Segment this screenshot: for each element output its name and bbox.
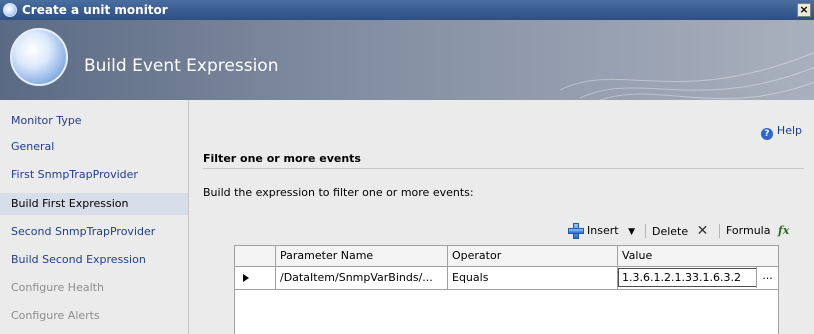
banner-decoration xyxy=(560,51,814,100)
row-selector-header xyxy=(235,246,275,266)
expression-grid: Parameter Name Operator Value /DataItem/… xyxy=(234,245,779,334)
close-button[interactable]: × xyxy=(797,3,811,17)
main-panel: ? Help Filter one or more events Build th… xyxy=(190,100,814,334)
banner-title: Build Event Expression xyxy=(84,56,279,76)
nav-item-monitor-type[interactable]: Monitor Type xyxy=(0,110,188,132)
chevron-down-icon[interactable]: ▼ xyxy=(628,227,635,237)
app-icon xyxy=(3,3,17,17)
insert-plus-icon xyxy=(568,223,584,239)
section-title: Filter one or more events xyxy=(203,152,361,165)
column-header-parameter-name[interactable]: Parameter Name xyxy=(275,246,447,266)
help-label: Help xyxy=(776,124,802,137)
value-input[interactable] xyxy=(618,268,768,287)
formula-fx-icon: fx xyxy=(777,224,790,237)
insert-button[interactable]: Insert ▼ xyxy=(587,221,635,241)
expression-toolbar: Insert ▼ Delete ✕ Formula fx xyxy=(190,221,814,241)
column-header-operator[interactable]: Operator xyxy=(447,246,617,266)
nav-item-build-second-expression[interactable]: Build Second Expression xyxy=(0,249,188,271)
nav-item-build-first-expression[interactable]: Build First Expression xyxy=(0,193,188,215)
section-divider xyxy=(203,168,804,169)
operator-cell[interactable]: Equals xyxy=(447,267,617,289)
formula-label: Formula xyxy=(726,224,771,237)
value-cell[interactable]: ... xyxy=(617,267,778,289)
delete-label: Delete xyxy=(652,225,689,238)
wizard-banner: Build Event Expression xyxy=(0,20,814,100)
nav-item-general[interactable]: General xyxy=(0,136,188,158)
delete-button[interactable]: Delete ✕ xyxy=(652,221,708,241)
help-link[interactable]: ? Help xyxy=(760,124,802,140)
toolbar-separator xyxy=(719,224,720,238)
row-selector[interactable] xyxy=(235,267,275,289)
nav-item-second-snmptrapprovider[interactable]: Second SnmpTrapProvider xyxy=(0,221,188,243)
nav-item-first-snmptrapprovider[interactable]: First SnmpTrapProvider xyxy=(0,164,188,186)
wizard-orb-icon xyxy=(10,28,68,86)
grid-header: Parameter Name Operator Value xyxy=(235,246,778,267)
parameter-name-cell[interactable]: /DataItem/SnmpVarBinds/... xyxy=(275,267,447,289)
nav-item-configure-alerts: Configure Alerts xyxy=(11,309,100,322)
instructions-text: Build the expression to filter one or mo… xyxy=(203,186,474,199)
column-header-value[interactable]: Value xyxy=(617,246,778,266)
delete-x-icon: ✕ xyxy=(696,223,709,239)
nav-item-configure-health: Configure Health xyxy=(11,281,104,294)
wizard-nav: Monitor Type General First SnmpTrapProvi… xyxy=(0,100,189,334)
value-ellipsis-button[interactable]: ... xyxy=(756,267,778,288)
insert-label: Insert xyxy=(587,224,619,237)
row-pointer-icon xyxy=(243,274,249,282)
toolbar-separator xyxy=(645,224,646,238)
help-icon: ? xyxy=(760,128,773,140)
table-row[interactable]: /DataItem/SnmpVarBinds/... Equals ... xyxy=(235,267,778,290)
window-title: Create a unit monitor xyxy=(22,3,168,17)
formula-button[interactable]: Formula fx xyxy=(726,221,789,241)
window-title-bar: Create a unit monitor × xyxy=(0,0,814,20)
